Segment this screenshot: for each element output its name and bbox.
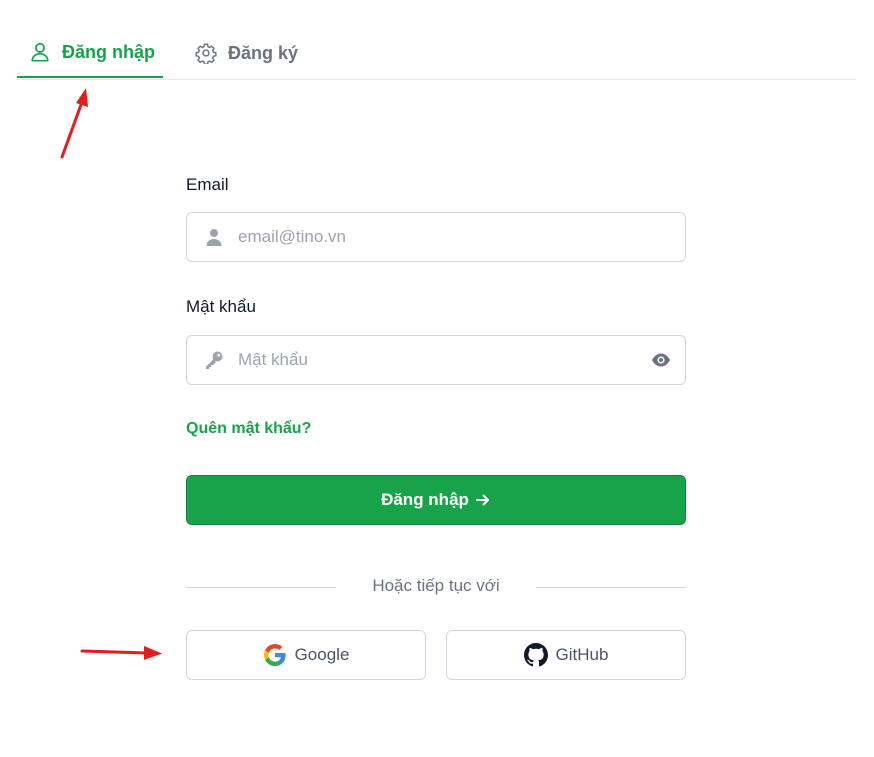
tab-login[interactable]: Đăng nhập bbox=[17, 28, 163, 78]
google-button[interactable]: Google bbox=[186, 630, 426, 680]
login-button-label: Đăng nhập bbox=[381, 490, 469, 509]
password-placeholder: Mật khẩu bbox=[238, 350, 308, 369]
login-button[interactable]: Đăng nhập bbox=[186, 475, 686, 525]
password-field[interactable]: Mật khẩu bbox=[186, 335, 686, 385]
annotation-arrow-right bbox=[80, 646, 162, 660]
email-field[interactable]: email@tino.vn bbox=[186, 212, 686, 262]
gear-icon bbox=[195, 42, 217, 64]
tab-register-label: Đăng ký bbox=[228, 42, 299, 63]
github-icon bbox=[523, 643, 548, 667]
user-icon bbox=[29, 41, 51, 63]
login-page: Đăng nhập Đăng ký Email email@tino.vn Mậ… bbox=[0, 0, 874, 757]
password-label: Mật khẩu bbox=[186, 297, 256, 316]
key-icon bbox=[204, 350, 224, 370]
email-label: Email bbox=[186, 175, 229, 194]
github-button-label: GitHub bbox=[555, 645, 609, 664]
annotation-arrow-up bbox=[60, 88, 88, 159]
github-button[interactable]: GitHub bbox=[446, 630, 686, 680]
divider-line-right bbox=[536, 587, 686, 588]
auth-tabs: Đăng nhập Đăng ký bbox=[17, 28, 856, 80]
forgot-password-link[interactable]: Quên mật khẩu? bbox=[186, 420, 311, 438]
google-button-label: Google bbox=[294, 645, 350, 664]
email-placeholder: email@tino.vn bbox=[238, 227, 346, 246]
divider-text: Hoặc tiếp tục với bbox=[372, 576, 500, 595]
tab-login-label: Đăng nhập bbox=[62, 41, 155, 62]
arrow-right-icon bbox=[475, 492, 491, 508]
tab-register[interactable]: Đăng ký bbox=[193, 28, 298, 78]
google-icon bbox=[263, 643, 287, 667]
user-icon bbox=[204, 227, 224, 247]
eye-icon[interactable] bbox=[651, 351, 671, 369]
